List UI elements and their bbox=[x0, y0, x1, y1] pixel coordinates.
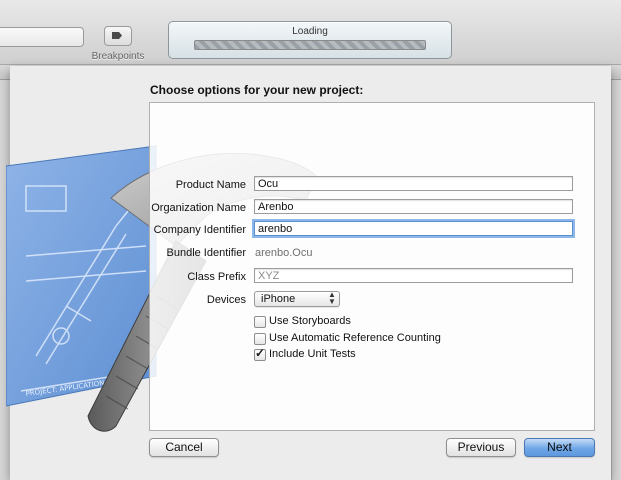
progress-bar bbox=[194, 40, 426, 50]
class-prefix-field[interactable]: XYZ bbox=[254, 268, 573, 283]
product-name-row: Product Name Ocu bbox=[150, 175, 594, 195]
product-name-field[interactable]: Ocu bbox=[254, 176, 573, 191]
include-unit-tests-label: Include Unit Tests bbox=[269, 348, 356, 360]
breakpoint-icon bbox=[112, 32, 122, 39]
options-panel: Product Name Ocu Organization Name Arenb… bbox=[149, 102, 595, 431]
use-arc-checkbox[interactable] bbox=[254, 333, 266, 345]
organization-name-label: Organization Name bbox=[151, 202, 246, 214]
breakpoints-label: Breakpoints bbox=[91, 51, 145, 62]
bundle-identifier-label: Bundle Identifier bbox=[166, 247, 247, 259]
company-identifier-label: Company Identifier bbox=[153, 224, 246, 236]
product-name-label: Product Name bbox=[175, 179, 246, 191]
devices-value: iPhone bbox=[261, 293, 296, 305]
cancel-button[interactable]: Cancel bbox=[149, 438, 219, 457]
class-prefix-label: Class Prefix bbox=[187, 271, 246, 283]
checkmark-icon: ✓ bbox=[255, 346, 266, 360]
popup-arrows-icon: ▲ ▼ bbox=[328, 290, 336, 306]
company-identifier-row: Company Identifier arenbo bbox=[150, 220, 594, 240]
sheet-title: Choose options for your new project: bbox=[150, 83, 364, 97]
window-right-edge bbox=[611, 80, 621, 480]
bundle-identifier-row: Bundle Identifier arenbo.Ocu bbox=[150, 243, 594, 263]
new-project-sheet: PROJECT: APPLICATION: APP Choose options… bbox=[6, 66, 611, 480]
use-arc-label: Use Automatic Reference Counting bbox=[269, 332, 441, 344]
activity-status: Loading bbox=[292, 26, 328, 37]
company-identifier-field[interactable]: arenbo bbox=[254, 221, 573, 236]
bundle-identifier-value: arenbo.Ocu bbox=[255, 247, 313, 259]
breakpoints-button[interactable] bbox=[104, 26, 132, 46]
toolbar: Breakpoints Loading bbox=[0, 0, 621, 65]
activity-viewer: Loading bbox=[168, 21, 452, 59]
organization-name-field[interactable]: Arenbo bbox=[254, 199, 573, 214]
use-storyboards-label: Use Storyboards bbox=[269, 315, 351, 327]
include-unit-tests-checkbox[interactable]: ✓ bbox=[254, 346, 266, 361]
next-button[interactable]: Next bbox=[524, 438, 595, 457]
previous-button[interactable]: Previous bbox=[446, 438, 516, 457]
scheme-field[interactable] bbox=[0, 27, 84, 47]
organization-name-row: Organization Name Arenbo bbox=[150, 198, 594, 218]
devices-popup[interactable]: iPhone ▲ ▼ bbox=[254, 291, 340, 307]
class-prefix-row: Class Prefix XYZ bbox=[150, 267, 594, 287]
devices-row: Devices iPhone ▲ ▼ bbox=[150, 290, 594, 310]
devices-label: Devices bbox=[206, 294, 246, 306]
use-storyboards-checkbox[interactable] bbox=[254, 316, 266, 328]
